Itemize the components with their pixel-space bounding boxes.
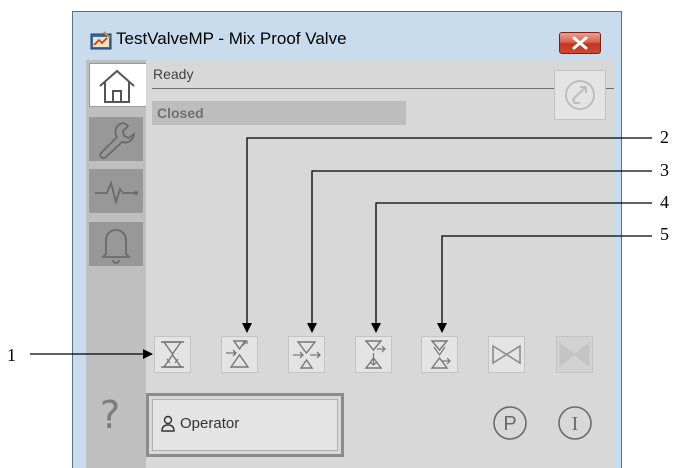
nav-tab-maintenance[interactable] (89, 117, 143, 161)
operator-label: Operator (180, 415, 240, 432)
status-text: Ready (153, 66, 194, 82)
nav-tab-trends[interactable] (89, 169, 143, 213)
program-mode-icon: P (493, 406, 527, 440)
pulse-lower-seat-icon (430, 340, 451, 369)
close-valve-icon (161, 341, 184, 368)
lift-lower-seat-icon (293, 341, 321, 369)
valve-disabled-icon (559, 341, 590, 368)
close-button[interactable] (559, 32, 601, 54)
lift-upper-seat-icon (226, 340, 250, 368)
pulse-lower-seat-button[interactable] (421, 336, 458, 373)
bell-icon (100, 229, 132, 264)
callout-label-2: 2 (660, 127, 669, 147)
pulse-upper-seat-button[interactable] (355, 336, 392, 373)
close-valve-button[interactable] (154, 336, 191, 373)
open-valve-icon (492, 344, 521, 365)
reset-button[interactable] (554, 70, 606, 120)
callout-label-5: 5 (660, 224, 669, 244)
home-icon (99, 69, 135, 103)
callout-label-4: 4 (660, 192, 669, 212)
program-mode-label: P (503, 413, 516, 435)
lift-lower-seat-button[interactable] (288, 336, 325, 373)
pulse-upper-seat-icon (364, 340, 386, 369)
valve-state-indicator (556, 336, 593, 373)
person-icon (161, 415, 175, 432)
open-valve-button[interactable] (488, 336, 525, 373)
callout-label-3: 3 (660, 160, 669, 180)
program-mode-button[interactable]: P (492, 405, 528, 441)
internal-mode-icon: I (558, 406, 592, 440)
trend-pulse-icon (95, 180, 138, 206)
nav-tab-alarms[interactable] (89, 222, 143, 266)
internal-mode-button[interactable]: I (557, 405, 593, 441)
help-icon[interactable]: ? (100, 393, 120, 437)
refresh-icon (565, 80, 595, 110)
nav-tab-home[interactable] (89, 63, 146, 107)
faceplate-app-icon (90, 31, 112, 50)
close-x-icon (572, 36, 588, 50)
status-divider (152, 88, 614, 89)
window-title: TestValveMP - Mix Proof Valve (116, 29, 347, 48)
wrench-icon (99, 122, 136, 160)
valve-state-display: Closed (152, 101, 406, 125)
lift-upper-seat-button[interactable] (221, 336, 258, 373)
callout-label-1: 1 (7, 345, 16, 365)
internal-mode-label: I (572, 413, 579, 435)
